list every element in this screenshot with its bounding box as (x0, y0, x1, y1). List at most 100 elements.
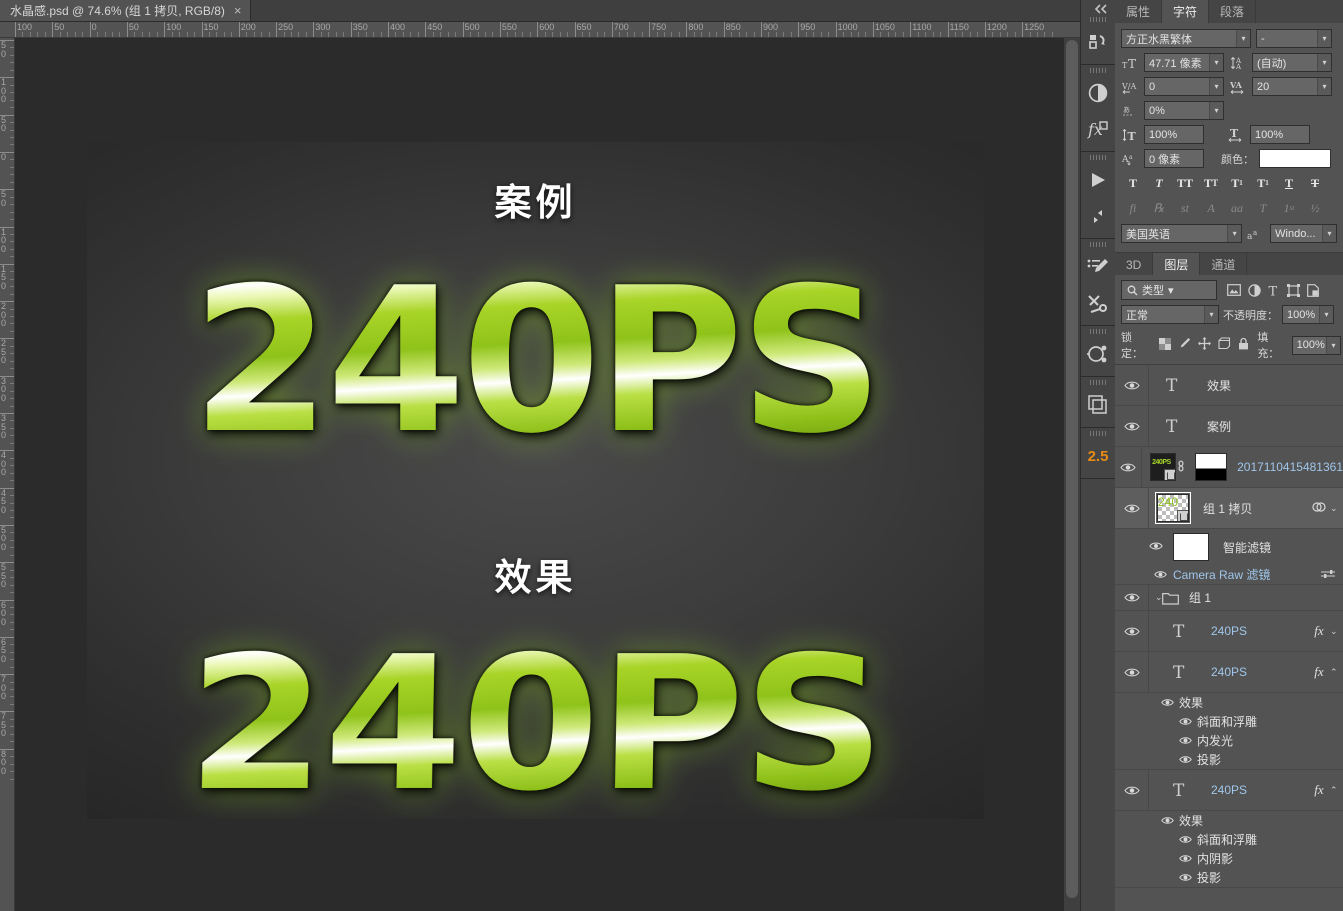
effect-row[interactable]: 斜面和浮雕 (1115, 830, 1343, 849)
layer-thumbnail[interactable]: 240 (1155, 492, 1191, 524)
layer-list[interactable]: T 效果 T 案例 240PS 2017110415481361 240 组 1… (1115, 364, 1343, 911)
oldstyle-button[interactable]: aa (1225, 198, 1249, 218)
vertical-scale-field[interactable]: 100% (1144, 125, 1204, 144)
chevron-down-icon[interactable]: ▾ (1204, 306, 1218, 323)
eye-icon[interactable] (1115, 487, 1149, 529)
paths-icon[interactable] (1081, 336, 1116, 372)
italic-button[interactable]: T (1147, 173, 1171, 193)
tab-character[interactable]: 字符 (1162, 0, 1210, 23)
chevron-down-icon[interactable]: ▾ (1317, 30, 1331, 47)
lock-all-icon[interactable] (1238, 337, 1249, 353)
discretionary-ligatures-button[interactable]: ℞ (1147, 198, 1171, 218)
layer-name[interactable]: 240PS (1211, 665, 1308, 679)
superscript-button[interactable]: T1 (1225, 173, 1249, 193)
subscript-button[interactable]: T1 (1251, 173, 1275, 193)
group-disclosure-icon[interactable]: ⌄ (1149, 592, 1163, 603)
chevron-down-icon[interactable]: ⌄ (1330, 503, 1343, 514)
rail-grip[interactable] (1090, 155, 1106, 160)
eye-icon[interactable] (1115, 405, 1149, 447)
tab-3d[interactable]: 3D (1115, 253, 1154, 276)
effect-name[interactable]: 内发光 (1197, 732, 1233, 749)
effect-name[interactable]: 斜面和浮雕 (1197, 831, 1257, 848)
strikethrough-button[interactable]: T (1303, 173, 1327, 193)
text-color-swatch[interactable] (1259, 149, 1331, 168)
titling-alternates-button[interactable]: T (1251, 198, 1275, 218)
lock-artboard-icon[interactable] (1218, 337, 1231, 353)
effects-group-row[interactable]: 效果 (1115, 811, 1343, 830)
layer-name[interactable]: 240PS (1211, 783, 1308, 797)
layer-mask-thumbnail[interactable] (1195, 453, 1228, 481)
blend-mode-select[interactable]: 正常 ▾ (1121, 305, 1219, 324)
adjustment-filter-icon[interactable] (1248, 283, 1261, 297)
chevron-down-icon[interactable]: ⌄ (1330, 626, 1343, 637)
table-row[interactable]: T 效果 (1115, 365, 1343, 406)
effect-name[interactable]: 投影 (1197, 751, 1221, 768)
chevron-down-icon[interactable]: ▾ (1317, 54, 1331, 71)
chevron-down-icon[interactable]: ▾ (1209, 78, 1223, 95)
rail-grip[interactable] (1090, 329, 1106, 334)
layer-name[interactable]: 组 1 拷贝 (1189, 500, 1308, 517)
history-icon[interactable] (1081, 24, 1116, 60)
rail-grip[interactable] (1090, 68, 1106, 73)
bold-button[interactable]: T (1121, 173, 1145, 193)
artboard[interactable]: 案例 240PS 效果 240PS (87, 142, 984, 819)
table-row[interactable]: 240 组 1 拷贝 ⌄ (1115, 487, 1343, 529)
layer-comps-icon[interactable] (1081, 387, 1116, 423)
chevron-down-icon[interactable]: ▾ (1227, 225, 1242, 242)
chevron-down-icon[interactable]: ▾ (1168, 284, 1174, 297)
eye-icon[interactable] (1115, 365, 1149, 406)
effect-row[interactable]: 投影 (1115, 750, 1343, 769)
small-caps-button[interactable]: TT (1199, 173, 1223, 193)
rail-grip[interactable] (1090, 242, 1106, 247)
close-icon[interactable]: × (234, 4, 242, 17)
swash-button[interactable]: A (1199, 198, 1223, 218)
layer-filter-type-select[interactable]: 类型 ▾ (1121, 280, 1217, 300)
chevron-down-icon[interactable]: ▾ (1322, 225, 1336, 242)
tsume-field[interactable]: 0% ▾ (1144, 101, 1224, 120)
font-size-field[interactable]: 47.71 像素 ▾ (1144, 53, 1224, 72)
filter-name[interactable]: Camera Raw 滤镜 (1173, 566, 1270, 583)
version-badge[interactable]: 2.5 (1081, 438, 1116, 474)
fx-icon[interactable]: fx (1308, 782, 1330, 798)
effect-row[interactable]: 投影 (1115, 868, 1343, 887)
standard-ligatures-button[interactable]: fi (1121, 198, 1145, 218)
eye-icon[interactable] (1115, 755, 1197, 764)
horizontal-scale-field[interactable]: 100% (1250, 125, 1310, 144)
shape-filter-icon[interactable] (1287, 283, 1300, 297)
layer-name[interactable]: 效果 (1197, 377, 1343, 394)
filter-settings-icon[interactable] (1321, 568, 1343, 582)
fx-icon[interactable]: fx (1308, 664, 1330, 680)
chevron-down-icon[interactable]: ▾ (1209, 54, 1223, 71)
anti-alias-select[interactable]: Windo... ▾ (1270, 224, 1337, 243)
effect-row[interactable]: 内阴影 (1115, 849, 1343, 868)
eye-icon[interactable] (1149, 540, 1173, 554)
leading-field[interactable]: (自动) ▾ (1252, 53, 1332, 72)
eye-icon[interactable] (1115, 873, 1197, 882)
scrollbar-thumb[interactable] (1066, 40, 1078, 898)
layer-thumbnail[interactable]: 240PS (1150, 453, 1176, 481)
table-row[interactable]: T 240PS fx ⌃ (1115, 769, 1343, 811)
eye-icon[interactable] (1115, 651, 1149, 693)
tab-paragraph[interactable]: 段落 (1209, 0, 1257, 23)
document-tab[interactable]: 水晶感.psd @ 74.6% (组 1 拷贝, RGB/8) × (0, 0, 251, 21)
smart-filter-mask-thumbnail[interactable] (1173, 533, 1209, 561)
eye-icon[interactable] (1115, 446, 1143, 488)
all-caps-button[interactable]: TT (1173, 173, 1197, 193)
eye-icon[interactable] (1115, 769, 1149, 811)
effect-row[interactable]: 斜面和浮雕 (1115, 712, 1343, 731)
ordinals-button[interactable]: 1st (1277, 198, 1301, 218)
effect-name[interactable]: 投影 (1197, 869, 1221, 886)
tool-preset-icon[interactable] (1081, 285, 1116, 321)
chevron-down-icon[interactable]: ▾ (1319, 306, 1333, 323)
eye-icon[interactable] (1115, 717, 1197, 726)
table-row[interactable]: T 240PS fx ⌃ (1115, 651, 1343, 693)
timeline-play-icon[interactable] (1081, 162, 1116, 198)
font-family-select[interactable]: 方正水黑繁体 ▾ (1121, 29, 1251, 48)
smart-filter-indicator[interactable] (1308, 501, 1330, 516)
filter-row[interactable]: Camera Raw 滤镜 (1115, 565, 1343, 584)
link-icon[interactable] (1176, 458, 1187, 477)
eye-icon[interactable] (1115, 736, 1197, 745)
collapse-panels-icon[interactable] (1087, 2, 1115, 16)
tab-channels[interactable]: 通道 (1200, 253, 1248, 276)
canvas-vertical-scrollbar[interactable] (1063, 38, 1080, 911)
